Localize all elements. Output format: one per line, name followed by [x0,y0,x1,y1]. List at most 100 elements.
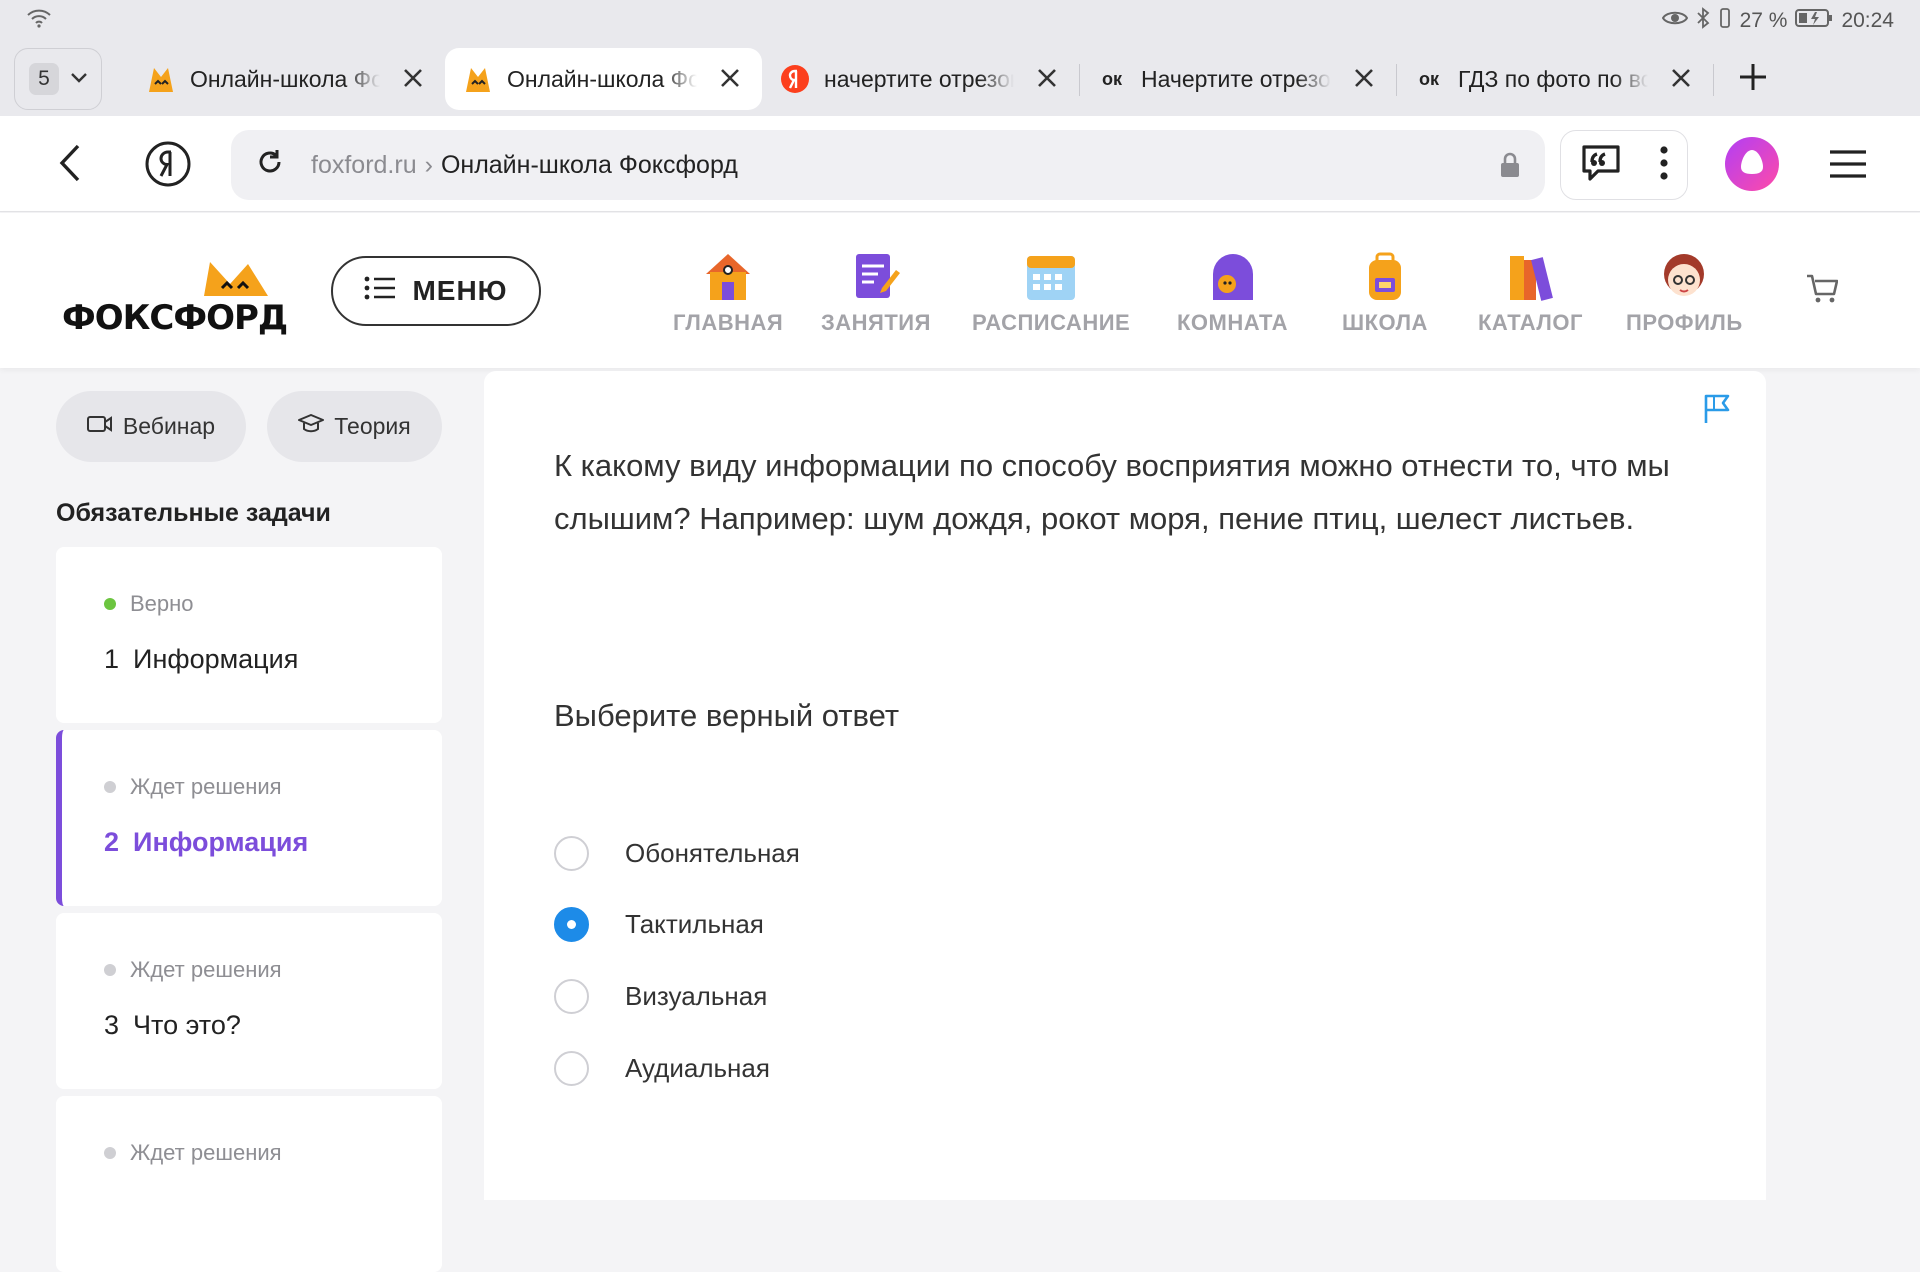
yandex-home-button[interactable] [140,138,196,194]
profile-icon [1656,248,1712,304]
foxford-favicon-icon [146,64,176,94]
school-icon [1357,248,1413,304]
home-icon [700,248,756,304]
radio-button-checked[interactable] [554,907,589,942]
fox-ears-icon [204,262,268,296]
task-name: Что это? [133,1010,241,1040]
close-icon[interactable] [1667,64,1695,92]
nav-label: ПРОФИЛЬ [1626,310,1743,335]
answer-option-selected[interactable]: Тактильная [554,907,764,942]
eye-icon [1661,9,1688,33]
nav-catalog[interactable]: КАТАЛОГ [1478,248,1583,336]
nav-label: ГЛАВНАЯ [673,310,784,335]
task-status: Ждет решения [104,774,282,800]
tab-bar: 5 Онлайн-школа Фоксфорд Онлайн-школа Фок… [0,42,1920,116]
theory-label: Теория [334,413,411,439]
task-name: Информация [133,644,299,674]
tab-title: Начертите отрезок [1141,65,1331,92]
foxford-logo[interactable]: ФОКСФОРД [62,258,302,338]
answer-prompt: Выберите верный ответ [554,698,900,733]
site-header: ФОКСФОРД МЕНЮ ГЛАВНАЯ ЗАНЯТИЯ РАСПИСАНИЕ… [0,213,1920,368]
webinar-label: Вебинар [122,413,216,439]
list-icon [364,275,396,307]
task-title: 3 Что это? [104,1010,241,1041]
close-icon[interactable] [1033,64,1061,92]
tab-divider [1713,64,1714,96]
tab-switcher-button[interactable]: 5 [14,48,102,110]
status-dot-success [104,598,116,610]
quote-icon[interactable] [1580,144,1622,187]
lock-icon[interactable] [1499,152,1521,185]
nav-school[interactable]: ШКОЛА [1342,248,1428,336]
task-card[interactable]: Ждет решения [56,1096,442,1272]
tab-count: 5 [29,63,59,95]
task-status: Ждет решения [104,1140,282,1166]
task-status-text: Ждет решения [130,957,282,982]
nav-home[interactable]: ГЛАВНАЯ [673,248,783,336]
more-vertical-icon[interactable] [1659,145,1669,185]
flag-icon[interactable] [1702,393,1734,430]
browser-tab-active[interactable]: Онлайн-школа Фоксфорд [445,48,762,110]
nav-label: ШКОЛА [1342,310,1428,335]
browser-tab[interactable]: Онлайн-школа Фоксфорд [128,48,446,110]
task-number: 1 [104,644,120,674]
chevron-down-icon [71,70,87,88]
tab-title: начертите отрезок [824,65,1014,92]
tab-title: ГДЗ по фото по всем [1458,65,1648,92]
answer-option[interactable]: Обонятельная [554,836,800,871]
task-card-active[interactable]: Ждет решения 2 Информация [56,730,442,906]
option-label: Визуальная [625,981,768,1011]
back-arrow-icon [58,143,82,188]
address-bar[interactable]: foxford.ru › Онлайн-школа Фоксфорд [231,130,1545,200]
new-tab-button[interactable] [1723,48,1783,110]
hamburger-icon [1829,149,1867,184]
task-status-text: Ждет решения [130,774,282,799]
answer-option[interactable]: Визуальная [554,979,767,1014]
task-status: Ждет решения [104,957,282,983]
radio-button[interactable] [554,836,589,871]
clock: 20:24 [1841,9,1894,32]
option-label: Обонятельная [625,838,800,868]
section-title: Обязательные задачи [56,499,331,527]
task-card[interactable]: Ждет решения 3 Что это? [56,913,442,1089]
close-icon[interactable] [1350,64,1378,92]
question-text: К какому виду информации по способу восп… [554,448,1670,536]
browser-tab[interactable]: ок ГДЗ по фото по всем [1396,48,1714,110]
close-icon[interactable] [716,64,744,92]
battery-icon [1795,8,1833,34]
url-separator: › [424,150,433,179]
task-status: Верно [104,591,194,617]
close-icon[interactable] [399,64,427,92]
alice-assistant-button[interactable] [1722,136,1782,196]
task-name: Информация [133,827,309,857]
tab-title: Онлайн-школа Фоксфорд [507,65,697,92]
back-button[interactable] [40,140,100,190]
cart-button[interactable] [1806,273,1839,308]
browser-tab[interactable]: ок Начертите отрезок [1079,48,1397,110]
wifi-icon [26,8,52,34]
answer-option[interactable]: Аудиальная [554,1051,770,1086]
theory-button[interactable]: Теория [267,391,442,462]
graduation-cap-icon [298,413,325,441]
nav-profile[interactable]: ПРОФИЛЬ [1626,248,1743,336]
option-label: Аудиальная [625,1053,770,1083]
browser-tab[interactable]: начертите отрезок [762,48,1080,110]
nav-room[interactable]: КОМНАТА [1177,248,1288,336]
webinar-button[interactable]: Вебинар [56,391,246,462]
nav-schedule[interactable]: РАСПИСАНИЕ [972,248,1130,336]
radio-button[interactable] [554,1051,589,1086]
ok-favicon-icon: ок [1418,68,1439,89]
bluetooth-icon [1696,7,1710,35]
reload-icon[interactable] [255,147,285,184]
task-card[interactable]: Верно 1 Информация [56,547,442,723]
status-dot [104,964,116,976]
nav-label: ЗАНЯТИЯ [821,310,931,335]
menu-button[interactable]: МЕНЮ [331,256,541,326]
task-title: 2 Информация [104,827,308,858]
nav-lessons[interactable]: ЗАНЯТИЯ [821,248,931,336]
status-dot [104,1147,116,1159]
radio-button[interactable] [554,979,589,1014]
browser-menu-button[interactable] [1826,146,1870,186]
room-icon [1205,248,1261,304]
toolbar-actions [1560,130,1688,200]
